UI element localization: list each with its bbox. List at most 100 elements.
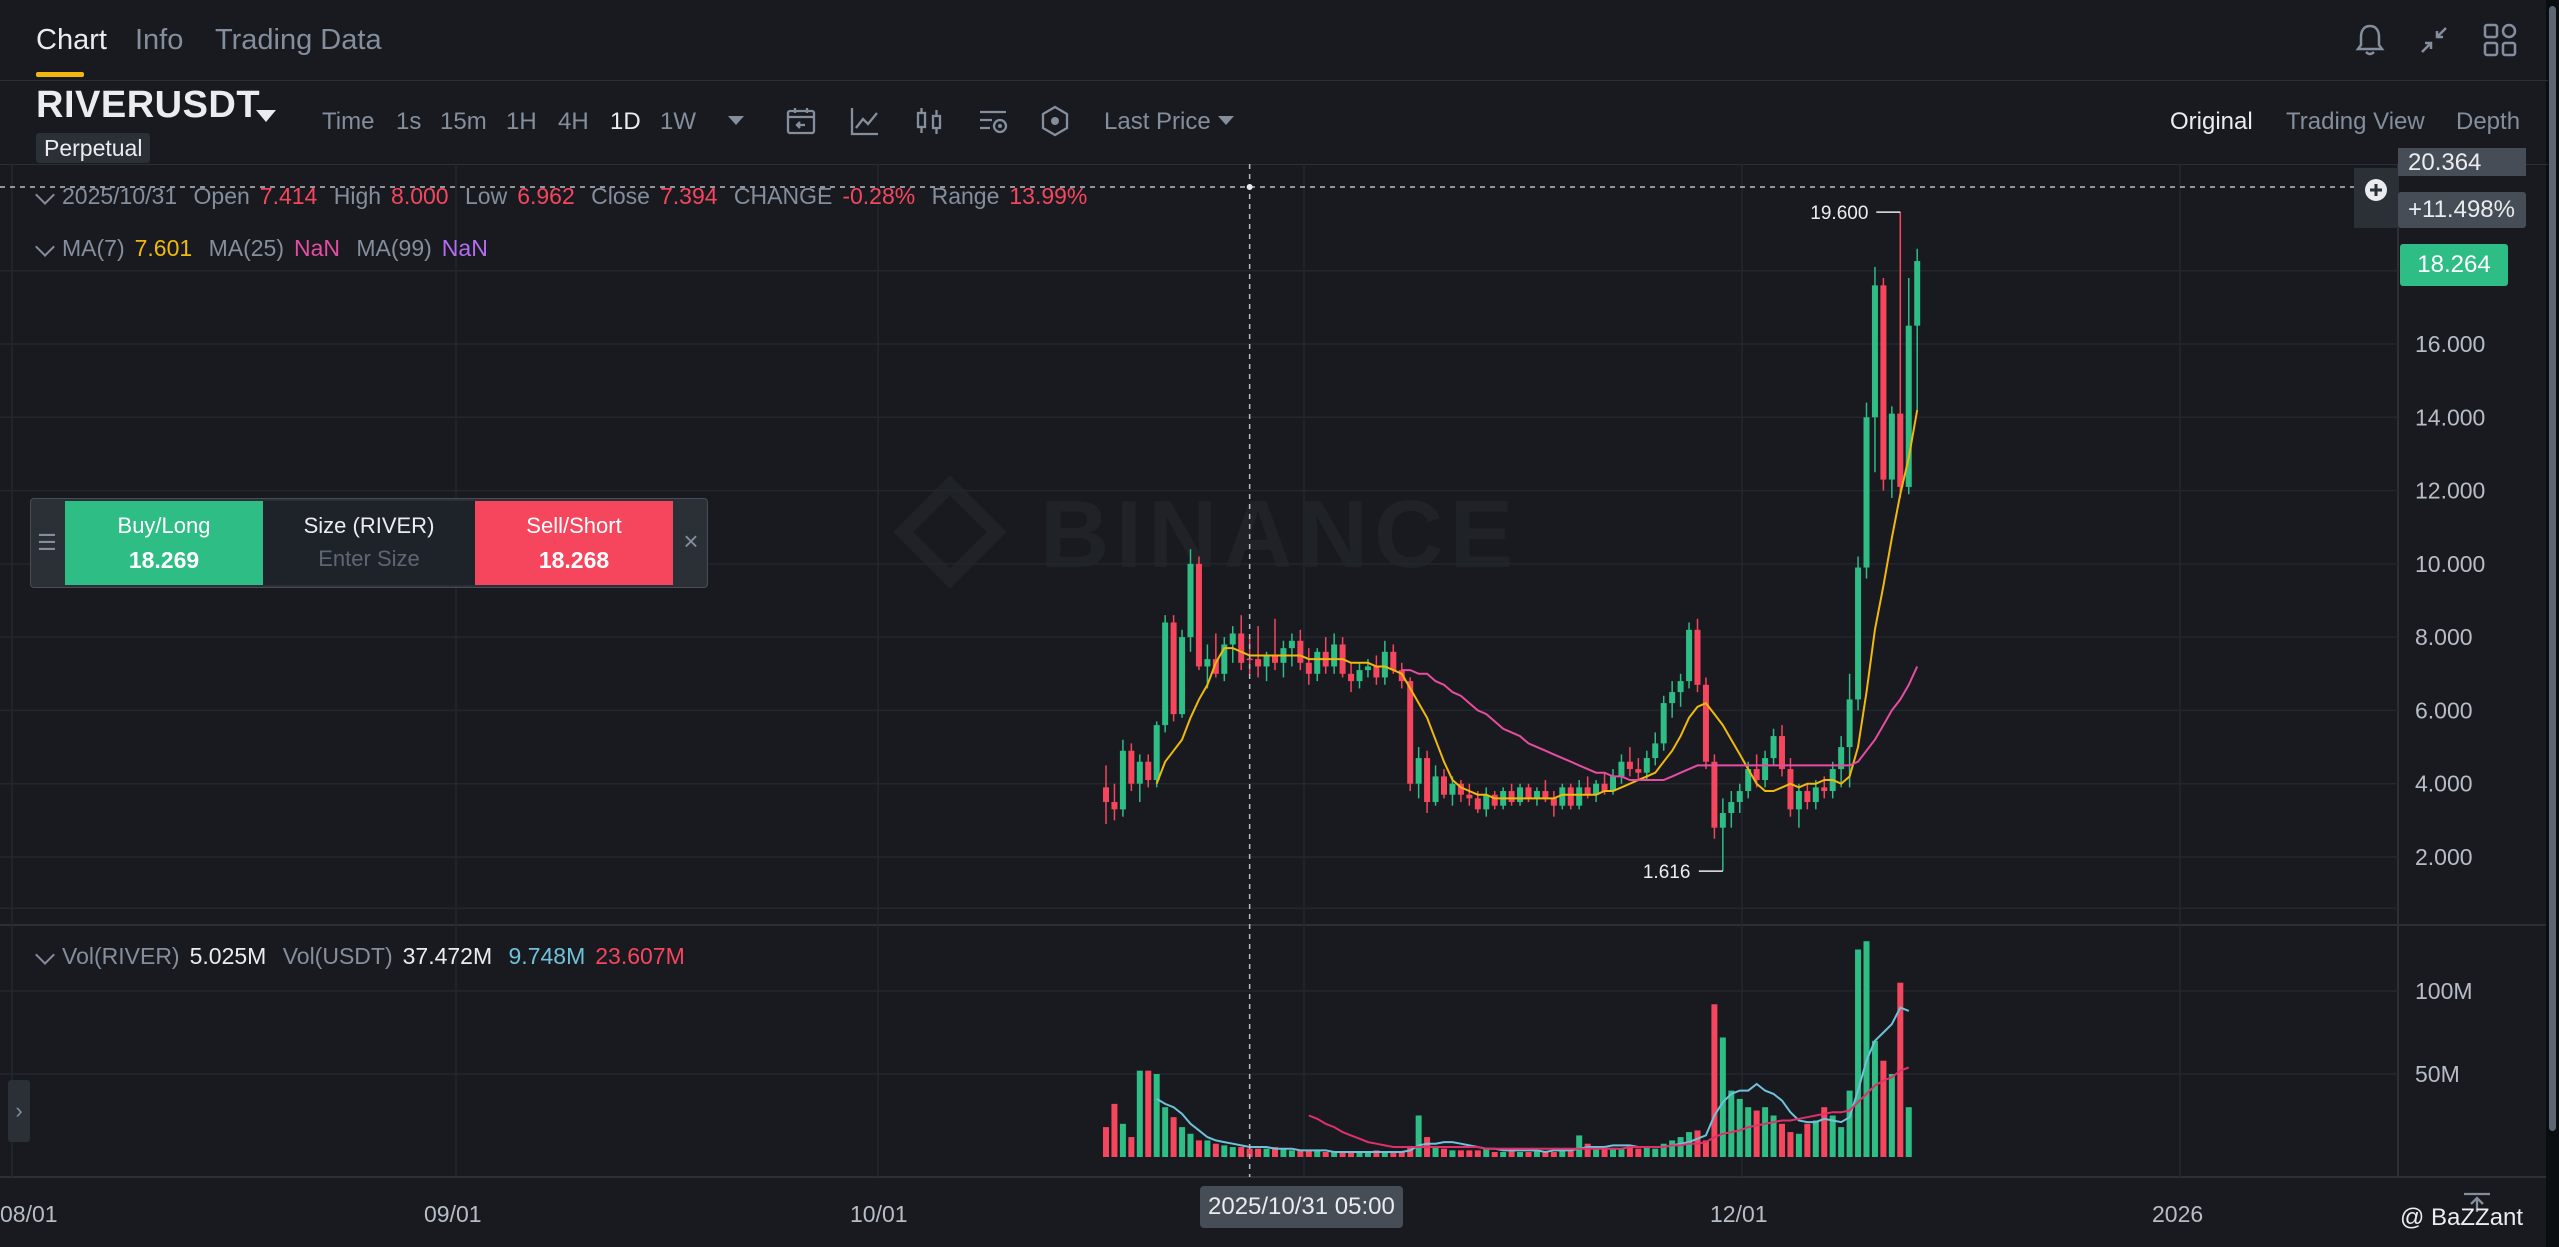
candle-body [1567,787,1574,806]
volume-bar [1204,1140,1211,1157]
ohlc-date: 2025/10/31 [62,183,178,209]
close-icon[interactable]: × [677,527,705,555]
volume-bar [1280,1148,1287,1157]
high-marker-label: 19.600 [1810,203,1868,224]
timeframe-more-chevron-icon[interactable] [728,116,744,125]
timeframe-4h[interactable]: 4H [558,108,589,136]
volume-bar [1441,1148,1447,1157]
ma99-value: NaN [441,235,488,261]
candle-body [1610,776,1616,792]
price-source-select[interactable]: Last Price [1104,108,1211,136]
candle-body [1542,791,1549,799]
grid-layout-icon[interactable] [2480,20,2520,60]
collapse-ma-chevron-icon[interactable] [35,237,55,257]
candle-body [1508,791,1515,803]
timeframe-15m[interactable]: 15m [440,108,487,136]
volume-bar [1491,1152,1498,1157]
candle-body [1533,791,1540,799]
tab-info[interactable]: Info [135,24,183,57]
candle-body [1787,769,1794,810]
candle-body [1179,637,1186,715]
price-tick-label: 4.000 [2415,771,2473,797]
candle-body [1449,783,1456,795]
candle-body [1145,761,1152,781]
candle-body [1103,787,1109,803]
timeframe-1s[interactable]: 1s [396,108,421,136]
volume-bar [1525,1152,1532,1157]
sell-price: 18.268 [538,547,610,573]
candle-body [1441,776,1447,795]
buy-long-button[interactable]: Buy/Long 18.269 [65,501,263,585]
timeframe-1h[interactable]: 1H [506,108,537,136]
scrollbar-thumb[interactable] [2549,6,2556,1131]
volume-bar [1128,1137,1135,1157]
calendar-icon[interactable] [784,104,818,138]
price-source-chevron-icon[interactable] [1218,116,1234,125]
candle-body [1576,787,1583,806]
candle-body [1364,666,1371,671]
volume-bar [1432,1147,1439,1157]
volume-bar [1804,1123,1811,1157]
top-tab-bar: Chart Info Trading Data [0,0,2548,81]
bell-icon[interactable] [2350,20,2390,60]
candle-body [1356,670,1363,682]
candle-body [1914,261,1921,326]
volume-bar [1846,1090,1853,1157]
chevron-down-icon[interactable] [256,110,276,122]
volume-bar [1618,1148,1625,1157]
volume-bar [1576,1135,1583,1157]
time-tick-label: 2026 [2152,1201,2203,1227]
volume-bar [1466,1150,1473,1157]
volume-bar [1779,1123,1785,1157]
collapse-icon[interactable] [2414,20,2454,60]
active-tab-indicator [36,72,84,77]
ma7-label: MA(7) [62,235,125,261]
indicator-icon[interactable] [848,104,882,138]
view-depth[interactable]: Depth [2456,108,2520,136]
collapse-volume-chevron-icon[interactable] [35,945,55,965]
volume-bar [1863,941,1870,1157]
high-value: 8.000 [391,183,449,209]
candle-body [1770,736,1777,759]
view-original[interactable]: Original [2170,108,2253,136]
volume-bar [1415,1115,1422,1157]
tab-chart[interactable]: Chart [36,24,107,57]
volume-bar [1711,1004,1718,1157]
vol-usdt-value: 37.472M [402,943,493,969]
symbol-name[interactable]: RIVERUSDT [36,84,260,127]
candle-body [1381,651,1388,678]
candle-body [1483,794,1490,810]
candle-body [1736,791,1743,803]
volume-bar [1322,1152,1329,1157]
candle-type-icon[interactable] [912,104,946,138]
size-input[interactable] [277,545,461,573]
settings-icon[interactable] [976,104,1010,138]
candle-body [1517,787,1524,803]
timeframe-1d[interactable]: 1D [610,108,641,136]
crosshair-center [1246,184,1253,190]
volume-bar [1812,1120,1819,1157]
candle-body [1584,787,1591,795]
candle-body [1491,794,1498,806]
page-scrollbar[interactable] [2546,0,2559,1247]
price-chart[interactable]: 2.000 4.000 6.000 8.000 10.000 12.000 14.000 16… [0,164,2546,1247]
candle-body [1677,681,1684,693]
expand-sidebar-chevron-icon[interactable]: › [8,1080,30,1142]
drag-handle-icon[interactable]: ☰ [31,499,63,587]
view-trading-view[interactable]: Trading View [2286,108,2425,136]
timeframe-1w[interactable]: 1W [660,108,696,136]
candle-body [1424,758,1431,803]
candle-body [1288,640,1295,649]
tab-trading-data[interactable]: Trading Data [215,24,382,57]
sell-short-button[interactable]: Sell/Short 18.268 [475,501,673,585]
buy-label: Buy/Long [117,513,211,538]
candle-body [1618,761,1625,777]
hexagon-icon[interactable] [1038,104,1072,138]
collapse-legend-chevron-icon[interactable] [35,185,55,205]
volume-bar [1550,1152,1557,1157]
candle-body [1550,798,1557,806]
add-alert-button[interactable] [2354,168,2398,228]
timeframe-time[interactable]: Time [322,108,374,136]
candle-body [1407,681,1414,784]
price-tick-label: 16.000 [2415,331,2485,357]
